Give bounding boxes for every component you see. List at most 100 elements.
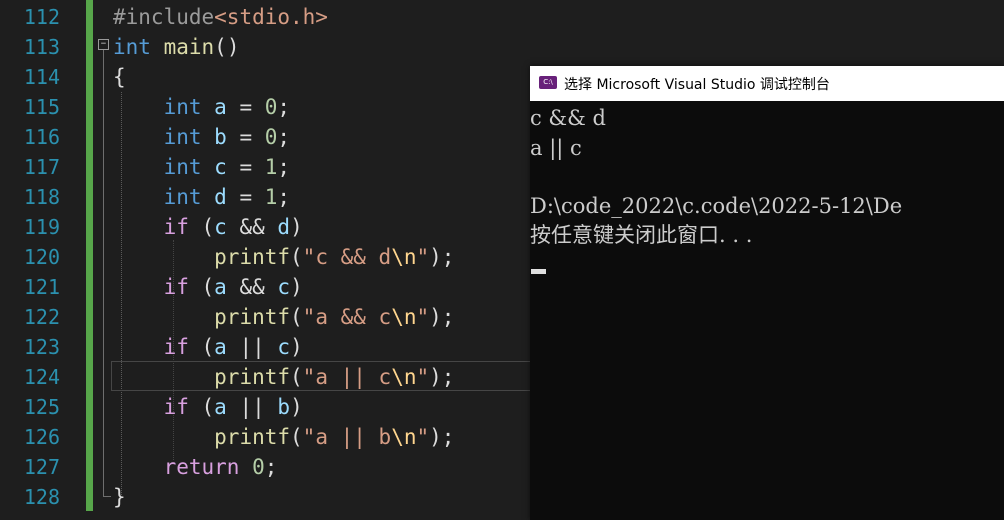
code-token: ); [429,425,455,449]
line-number: 122 [23,305,60,329]
code-text[interactable]: #include<stdio.h> [113,2,328,32]
code-token: { [113,65,126,89]
code-token: printf [214,245,291,269]
code-token: "a && c [302,305,392,329]
line-number: 125 [23,395,60,419]
code-token: = [226,155,265,179]
code-token: "c && d [302,245,392,269]
line-number: 126 [23,425,60,449]
code-token: "a || b [302,425,392,449]
terminal-app-icon: C:\ [539,76,557,89]
code-text[interactable]: int c = 1; [113,152,291,182]
code-token: " [416,425,430,449]
code-token: if [163,275,189,299]
line-number: 121 [23,275,60,299]
code-token: ); [429,305,455,329]
line-number: 120 [23,245,60,269]
code-text[interactable]: } [113,482,126,512]
code-token: ; [264,455,278,479]
code-token: int [163,155,202,179]
code-token: int [163,185,202,209]
code-token: a [214,275,227,299]
code-token: a [214,335,227,359]
code-token: 1 [264,185,278,209]
debug-console-window[interactable]: C:\ 选择 Microsoft Visual Studio 调试控制台 c &… [530,66,1004,520]
code-token: c [277,335,291,359]
code-token: ; [277,185,291,209]
code-token: ) [290,275,303,299]
code-token: b [277,395,291,419]
code-text[interactable]: { [113,62,126,92]
code-token: } [113,485,126,509]
console-title-bar[interactable]: C:\ 选择 Microsoft Visual Studio 调试控制台 [530,66,1004,101]
line-number: 112 [23,5,60,29]
code-token: c [277,275,291,299]
code-text[interactable]: printf("a || c\n"); [113,362,454,392]
code-token: "a || c [302,365,392,389]
code-token: int [163,95,202,119]
code-token: printf [214,365,291,389]
code-text[interactable]: printf("a && c\n"); [113,302,454,332]
code-token: ( [188,395,215,419]
code-text[interactable]: int d = 1; [113,182,291,212]
line-number: 124 [23,365,60,389]
code-text[interactable]: return 0; [113,452,278,482]
code-token: d [214,185,227,209]
code-text[interactable]: if (a || c) [113,332,303,362]
code-token: 0 [252,455,265,479]
code-line[interactable]: 112 #include<stdio.h> [0,2,1004,32]
code-token: ( [188,215,215,239]
code-text[interactable]: if (c && d) [113,212,303,242]
code-token: c [214,155,227,179]
code-token: = [226,125,265,149]
code-token: 0 [264,125,278,149]
code-token: ; [277,95,291,119]
code-text[interactable]: printf("a || b\n"); [113,422,454,452]
code-token: 1 [264,155,278,179]
code-token: ; [277,155,291,179]
code-token: ( [290,425,303,449]
console-output-line: a || c [530,136,582,160]
code-token: c [214,215,227,239]
line-number: 117 [23,155,60,179]
code-text[interactable]: int a = 0; [113,92,291,122]
code-token: \n [391,425,417,449]
code-token: && [226,215,278,239]
code-token: if [163,215,189,239]
code-text[interactable]: printf("c && d\n"); [113,242,454,272]
code-text[interactable]: int main() [113,32,239,62]
code-text[interactable]: if (a && c) [113,272,303,302]
console-cursor [531,269,546,274]
code-token: ( [290,245,303,269]
code-token: ( [290,365,303,389]
code-token: " [416,305,430,329]
line-number: 123 [23,335,60,359]
code-token: ; [277,125,291,149]
code-token: || [226,335,278,359]
code-token: b [214,125,227,149]
code-token: main [163,35,215,59]
code-token: if [163,335,189,359]
code-line[interactable]: 113 int main() [0,32,1004,62]
code-text[interactable]: if (a || b) [113,392,303,422]
code-text[interactable]: int b = 0; [113,122,291,152]
code-token: || [226,395,278,419]
code-token: \n [391,365,417,389]
code-token: d [277,215,291,239]
